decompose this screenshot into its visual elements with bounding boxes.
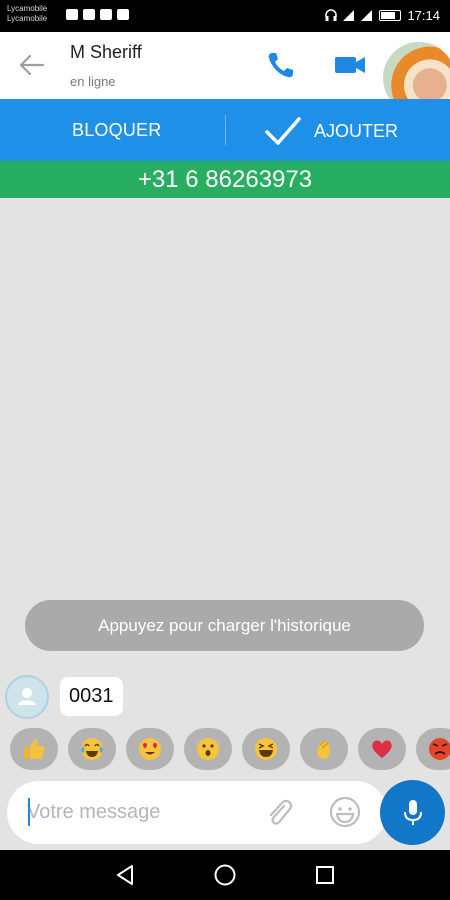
block-button[interactable]: BLOQUER <box>72 120 161 141</box>
nav-home-icon[interactable] <box>212 862 238 888</box>
surprised-icon <box>197 738 219 760</box>
emoji-picker-icon[interactable] <box>328 795 362 829</box>
message-composer <box>7 781 387 844</box>
heart-icon <box>372 740 392 758</box>
action-divider <box>225 115 226 145</box>
reaction-clapping[interactable] <box>300 728 348 770</box>
phone-call-icon[interactable] <box>264 48 298 82</box>
angry-face-icon <box>429 738 450 760</box>
reaction-heart-eyes[interactable] <box>126 728 174 770</box>
thumbs-up-icon <box>24 739 45 759</box>
notification-icons <box>66 9 129 20</box>
heart-eyes-icon <box>139 738 161 760</box>
grinning-squint-icon <box>255 738 277 760</box>
nav-back-icon[interactable] <box>112 862 138 888</box>
navigation-bar <box>0 850 450 900</box>
reaction-grinning[interactable] <box>242 728 290 770</box>
picture-notification-icon <box>66 9 78 20</box>
add-contact-label: AJOUTER <box>314 120 399 141</box>
status-bar: Lycamobile Lycamobile 17:14 <box>0 0 450 32</box>
phone-number-banner: +31 6 86263973 <box>0 161 450 198</box>
clock: 17:14 <box>407 8 440 23</box>
text-cursor <box>28 798 30 826</box>
video-notification-icon <box>83 9 95 20</box>
clapping-hands-icon <box>317 740 330 759</box>
reaction-heart[interactable] <box>358 728 406 770</box>
nav-recents-icon[interactable] <box>312 862 338 888</box>
carrier-1: Lycamobile <box>7 4 48 13</box>
reaction-thumbs-up[interactable] <box>10 728 58 770</box>
chat-header: M Sheriff en ligne <box>0 32 450 116</box>
video-call-icon[interactable] <box>333 48 367 82</box>
headphones-icon <box>325 9 338 21</box>
reaction-bar <box>0 728 450 772</box>
contact-name[interactable]: M Sheriff <box>70 42 142 63</box>
checkmark-icon <box>265 117 301 145</box>
sender-avatar <box>5 675 49 719</box>
signal-2-icon <box>361 10 373 21</box>
back-arrow-icon[interactable] <box>16 50 46 80</box>
reaction-surprised[interactable] <box>184 728 232 770</box>
voice-message-button[interactable] <box>380 780 445 845</box>
carrier-names: Lycamobile Lycamobile <box>7 4 47 24</box>
microphone-icon <box>403 799 422 825</box>
load-history-button[interactable]: Appuyez pour charger l'historique <box>25 600 424 651</box>
add-contact-button[interactable]: AJOUTER <box>264 111 398 151</box>
tears-of-joy-icon <box>81 738 103 760</box>
action-bar: BLOQUER AJOUTER <box>0 99 450 161</box>
message-bubble[interactable]: 0031 <box>60 677 123 716</box>
system-status: 17:14 <box>325 8 440 23</box>
reaction-angry[interactable] <box>416 728 450 770</box>
reaction-tears-of-joy[interactable] <box>68 728 116 770</box>
battery-icon <box>379 10 402 21</box>
person-icon <box>18 688 36 705</box>
carrier-2: Lycamobile <box>7 14 48 23</box>
contact-status: en ligne <box>70 74 116 89</box>
mail-notification-icon <box>100 9 112 20</box>
paperclip-icon[interactable] <box>262 795 296 829</box>
facebook-notification-icon <box>117 9 129 20</box>
signal-1-icon <box>343 10 355 21</box>
message-input[interactable] <box>25 797 245 827</box>
